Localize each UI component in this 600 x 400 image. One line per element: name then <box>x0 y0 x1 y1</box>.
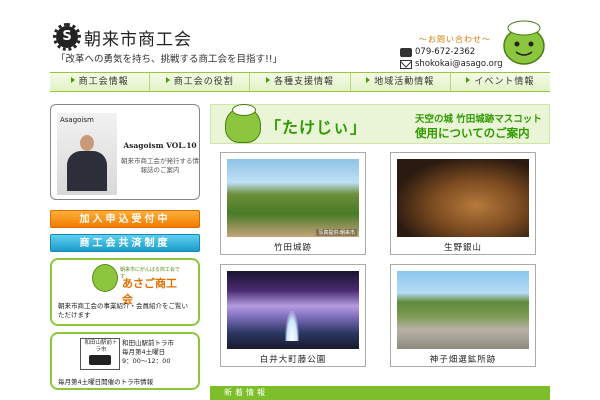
card1-text: 朝来市商工会の事業紹介・会員紹介をご覧いただけます <box>58 302 188 319</box>
contact-title: ～お問い合わせ～ <box>419 35 491 44</box>
tile-caption: 神子畑選鉱所跡 <box>429 355 497 365</box>
main-nav: 商工会情報 商工会の役割 各種支援情報 地域活動情報 イベント情報 <box>50 72 550 92</box>
tile-caption: 竹田城跡 <box>273 243 312 253</box>
person-photo <box>67 135 107 191</box>
contact-email-row[interactable]: shokokai@asago.org <box>400 59 510 69</box>
magazine-text: 朝来市商工会が発行する情報誌のご案内 <box>121 157 199 174</box>
logo-icon[interactable]: S <box>53 23 81 51</box>
tile-caption: 白井大町藤公園 <box>259 355 327 365</box>
caret-right-icon <box>366 77 371 83</box>
nav-item-activities[interactable]: 地域活動情報 <box>351 73 451 91</box>
wisteria-park-photo <box>227 271 359 349</box>
takejii-mascot-icon <box>225 104 261 143</box>
phone-icon <box>400 47 412 57</box>
tagline: 「改革への勇気を持ち、挑戦する商工会を目指す!!」 <box>56 54 283 65</box>
contact-phone: 079-672-2362 <box>415 47 476 57</box>
magazine-cover: Asagoism <box>57 113 117 195</box>
contact-box: ～お問い合わせ～ 079-672-2362 shokokai@asago.org <box>400 34 510 69</box>
card2-text: 毎月第4土曜日開催のトラ市情報 <box>58 378 154 386</box>
nav-item-info[interactable]: 商工会情報 <box>50 73 151 91</box>
tile-wisteria-park[interactable]: 白井大町藤公園 <box>220 264 366 367</box>
ikuno-mine-photo <box>397 159 529 237</box>
magazine-card[interactable]: Asagoism Asagoism VOL.10 朝来市商工会が発行する情報誌の… <box>50 104 200 200</box>
icon-label: 和田山駅前トラ市 <box>84 340 118 353</box>
asago-logo: 朝来市にがんばる商工会です あさご商工会 <box>92 264 184 306</box>
main-content: 「たけじぃ」 天空の城 竹田城跡マスコット 使用についてのご案内 写真提供:朝来… <box>210 104 550 367</box>
takeda-castle-photo: 写真提供:朝来市 <box>227 159 359 237</box>
caret-right-icon <box>266 77 270 83</box>
banner-subtitle-2: 使用についてのご案内 <box>415 126 530 140</box>
tile-mikobata-ruins[interactable]: 神子畑選鉱所跡 <box>390 264 536 367</box>
nav-item-support[interactable]: 各種支援情報 <box>250 73 351 91</box>
asago-shokokai-card[interactable]: 朝来市にがんばる商工会です あさご商工会 朝来市商工会の事業紹介・会員紹介をご覧… <box>50 258 200 326</box>
banner-name: 「たけじぃ」 <box>265 118 368 137</box>
tile-caption: 生野銀山 <box>443 243 482 253</box>
contact-email[interactable]: shokokai@asago.org <box>415 59 503 69</box>
mikobata-ruins-photo <box>397 271 529 349</box>
news-header-bar: 新着情報 <box>210 386 550 400</box>
mascot-icon <box>503 20 545 65</box>
sidebar: Asagoism Asagoism VOL.10 朝来市商工会が発行する情報誌の… <box>50 104 200 390</box>
nav-item-events[interactable]: イベント情報 <box>451 73 550 91</box>
join-button[interactable]: 加入申込受付中 <box>50 210 200 228</box>
tile-ikuno-mine[interactable]: 生野銀山 <box>390 152 536 255</box>
bus-icon: 和田山駅前トラ市 <box>80 338 120 370</box>
caret-right-icon <box>70 77 75 83</box>
tile-takeda-castle[interactable]: 写真提供:朝来市 竹田城跡 <box>220 152 366 255</box>
news-title: 新着情報 <box>224 388 268 397</box>
magazine-brand: Asagoism <box>60 116 94 124</box>
site-header: S 朝来市商工会 「改革への勇気を持ち、挑戦する商工会を目指す!!」 ～お問い合… <box>0 0 600 70</box>
market-info: 和田山駅前トラ市 毎月第4土曜日 9：00～12：00 <box>122 339 174 365</box>
site-title[interactable]: 朝来市商工会 <box>84 25 192 50</box>
takejii-banner[interactable]: 「たけじぃ」 天空の城 竹田城跡マスコット 使用についてのご案内 <box>210 104 550 144</box>
nav-item-role[interactable]: 商工会の役割 <box>150 73 251 91</box>
tora-market-card[interactable]: 和田山駅前トラ市 和田山駅前トラ市 毎月第4土曜日 9：00～12：00 毎月第… <box>50 332 200 390</box>
contact-phone-row: 079-672-2362 <box>400 47 510 57</box>
photo-credit: 写真提供:朝来市 <box>316 229 357 236</box>
mail-icon <box>400 59 412 69</box>
banner-subtitle-1: 天空の城 竹田城跡マスコット <box>415 114 542 125</box>
mutual-aid-button[interactable]: 商工会共済制度 <box>50 234 200 252</box>
mascot-face-icon <box>92 264 118 292</box>
caret-right-icon <box>466 77 471 83</box>
caret-right-icon <box>165 77 170 83</box>
magazine-title: Asagoism VOL.10 <box>123 141 197 150</box>
